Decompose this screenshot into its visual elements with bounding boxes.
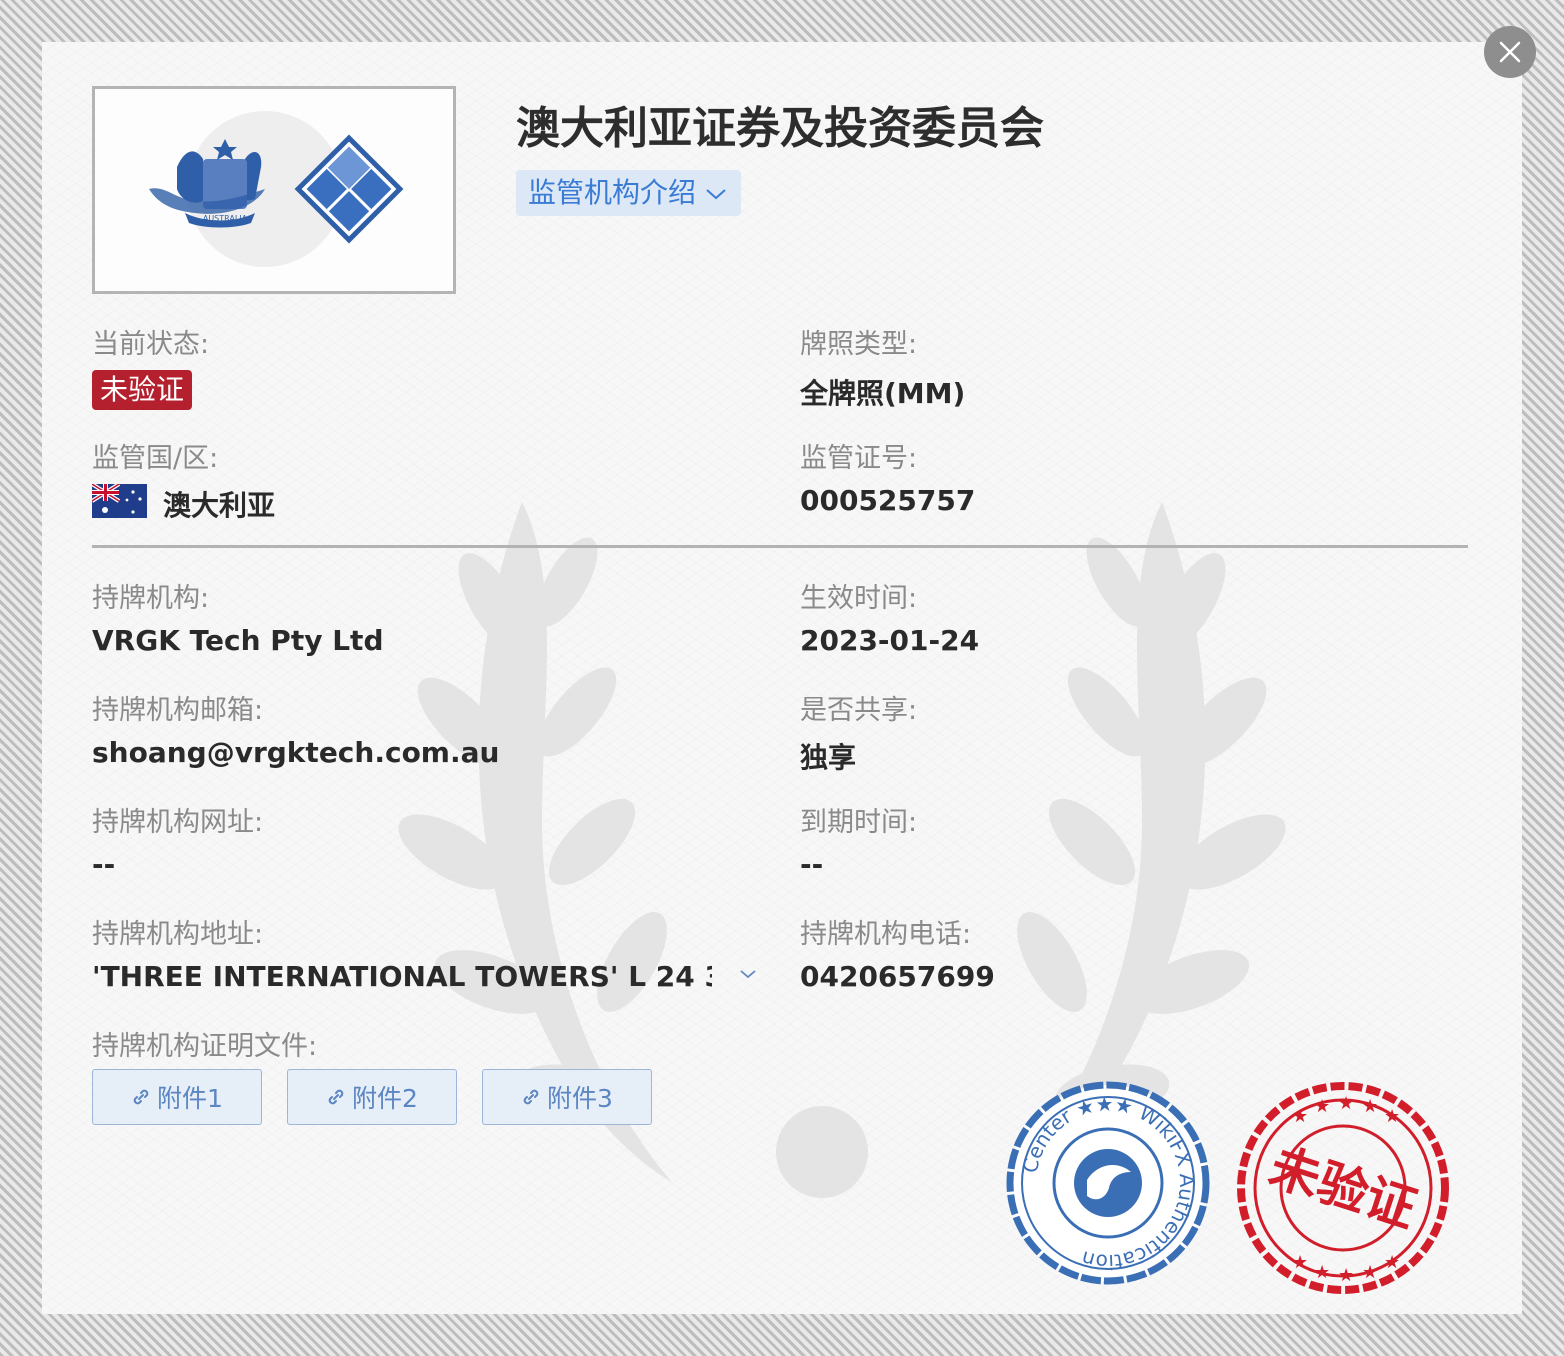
link-icon: [328, 1089, 344, 1105]
address-label: 持牌机构地址:: [92, 919, 264, 950]
close-button[interactable]: [1484, 26, 1536, 78]
svg-text:★: ★: [1314, 1262, 1330, 1283]
shared-value: 独享: [800, 741, 857, 774]
attachment-label: 附件2: [352, 1084, 418, 1113]
region-value: 澳大利亚: [163, 489, 276, 522]
attachment-label: 附件3: [547, 1084, 613, 1113]
unverified-stamp: ★ ★ ★ ★ ★ ★ ★ ★ ★ ★ 未验证: [1237, 1082, 1449, 1294]
documents-label: 持牌机构证明文件:: [92, 1031, 318, 1062]
address-value: 'THREE INTERNATIONAL TOWERS' L 24 3...: [92, 960, 712, 993]
holder-label: 持牌机构:: [92, 583, 210, 614]
shared-label: 是否共享:: [800, 695, 918, 726]
australia-flag-icon: [92, 484, 147, 518]
email-label: 持牌机构邮箱:: [92, 695, 264, 726]
unverified-stamp-text: 未验证: [1263, 1137, 1424, 1239]
status-label: 当前状态:: [92, 329, 210, 360]
holder-value: VRGK Tech Pty Ltd: [92, 624, 384, 657]
phone-label: 持牌机构电话:: [800, 919, 972, 950]
status-badge: 未验证: [92, 370, 193, 410]
license-number-label: 监管证号:: [800, 443, 918, 474]
svg-text:★: ★: [1362, 1096, 1378, 1117]
attachment-button-3[interactable]: 附件3: [482, 1069, 652, 1125]
expiry-value: --: [800, 848, 824, 881]
regulator-intro-dropdown[interactable]: 监管机构介绍: [516, 170, 741, 216]
svg-text:★: ★: [1292, 1106, 1308, 1127]
link-icon: [523, 1089, 539, 1105]
email-value: shoang@vrgktech.com.au: [92, 736, 500, 769]
svg-text:★: ★: [1292, 1252, 1308, 1273]
regulator-logo: AUSTRALIA: [92, 86, 456, 294]
attachment-label: 附件1: [157, 1084, 223, 1113]
svg-text:★: ★: [1338, 1093, 1354, 1114]
website-label: 持牌机构网址:: [92, 807, 264, 838]
wikifx-authentication-stamp: Center ★★★ WikiFX Authentication: [1006, 1081, 1210, 1285]
license-type-label: 牌照类型:: [800, 329, 918, 360]
close-icon: [1499, 41, 1521, 63]
address-expand-button[interactable]: [738, 966, 758, 985]
seal-text: AUSTRALIA: [203, 214, 248, 223]
attachment-button-2[interactable]: 附件2: [287, 1069, 457, 1125]
svg-text:★: ★: [1362, 1262, 1378, 1283]
svg-text:★: ★: [1384, 1106, 1400, 1127]
regulator-intro-label: 监管机构介绍: [528, 176, 697, 209]
expiry-label: 到期时间:: [800, 807, 918, 838]
section-divider: [92, 545, 1468, 548]
svg-text:★: ★: [1384, 1252, 1400, 1273]
attachment-button-1[interactable]: 附件1: [92, 1069, 262, 1125]
link-icon: [133, 1089, 149, 1105]
asic-logo-icon: AUSTRALIA: [149, 111, 404, 267]
svg-text:★: ★: [1338, 1265, 1354, 1286]
chevron-down-icon: [706, 189, 726, 200]
website-value: --: [92, 848, 116, 881]
region-label: 监管国/区:: [92, 443, 219, 474]
chevron-down-icon: [740, 970, 756, 979]
phone-value: 0420657699: [800, 960, 995, 993]
regulator-title: 澳大利亚证券及投资委员会: [516, 103, 1044, 154]
effective-date-value: 2023-01-24: [800, 624, 980, 657]
svg-text:★: ★: [1314, 1096, 1330, 1117]
effective-date-label: 生效时间:: [800, 583, 918, 614]
license-number-value: 000525757: [800, 484, 976, 517]
license-type-value: 全牌照(MM): [800, 377, 966, 410]
